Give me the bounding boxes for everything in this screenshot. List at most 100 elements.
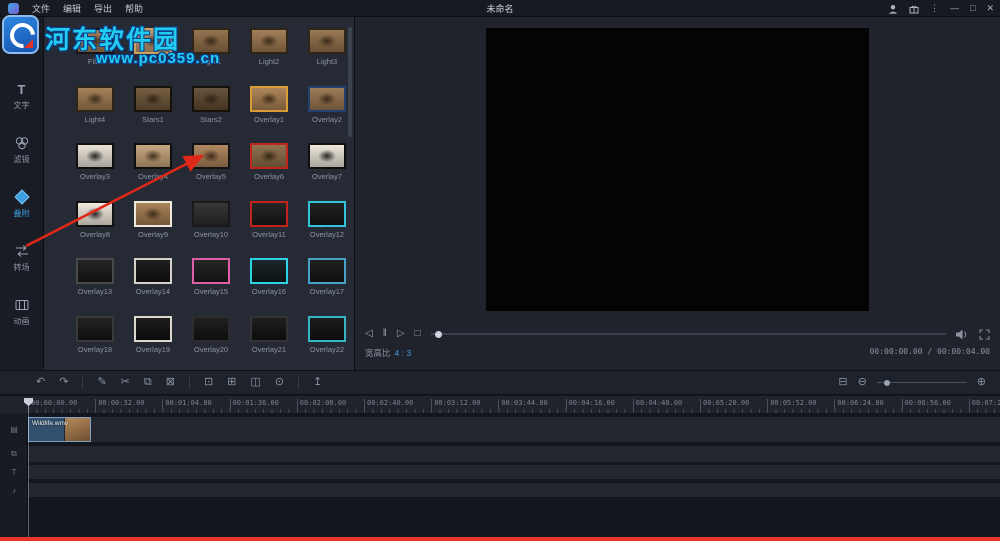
zoom-out-icon[interactable]: ⊖ <box>858 377 867 388</box>
overlay-item[interactable]: Light3 <box>298 28 355 86</box>
library-scrollbar[interactable] <box>348 27 352 137</box>
overlay-thumbnail[interactable] <box>308 201 346 227</box>
overlay-thumbnail[interactable] <box>308 316 346 342</box>
overlay-item[interactable]: Light4 <box>66 86 124 144</box>
user-icon[interactable] <box>888 4 898 14</box>
menu-help[interactable]: 帮助 <box>125 2 143 15</box>
overlay-thumbnail[interactable] <box>192 201 230 227</box>
delete-icon[interactable]: ⊠ <box>166 377 175 388</box>
attach-timeline-icon[interactable]: ⊟ <box>838 377 847 388</box>
prev-frame-icon[interactable]: ◁ <box>365 329 373 339</box>
overlay-thumbnail[interactable] <box>308 28 346 54</box>
export-icon[interactable]: ↥ <box>313 377 322 388</box>
overlay-thumbnail[interactable] <box>134 86 172 112</box>
overlay-thumbnail[interactable] <box>250 143 288 169</box>
seek-bar[interactable] <box>431 333 946 335</box>
overlay-item[interactable]: Overlay17 <box>298 258 355 316</box>
overlay-thumbnail[interactable] <box>76 258 114 284</box>
overlay-item[interactable]: Overlay16 <box>240 258 298 316</box>
fullscreen-icon[interactable] <box>979 329 990 340</box>
overlay-track-header[interactable]: ⧉ <box>0 446 28 462</box>
split-icon[interactable]: ✂ <box>121 377 130 388</box>
overlay-thumbnail[interactable] <box>192 258 230 284</box>
gift-icon[interactable] <box>909 4 919 14</box>
text-track-row[interactable] <box>28 465 1000 479</box>
overlay-thumbnail[interactable] <box>134 258 172 284</box>
overlay-item[interactable]: Overlay11 <box>240 201 298 259</box>
overlay-item[interactable]: Overlay7 <box>298 143 355 201</box>
overlay-item[interactable]: Overlay18 <box>66 316 124 371</box>
overlay-item[interactable]: Stars2 <box>182 86 240 144</box>
overlay-item[interactable]: Overlay15 <box>182 258 240 316</box>
video-track-row[interactable]: Wildlife.wmv <box>28 417 1000 442</box>
overlay-thumbnail[interactable] <box>308 143 346 169</box>
sidebar-item-filter[interactable]: 滤镜 <box>0 135 44 165</box>
overlay-thumbnail[interactable] <box>134 201 172 227</box>
overlay-item[interactable]: Overlay2 <box>298 86 355 144</box>
overlay-item[interactable]: Overlay20 <box>182 316 240 371</box>
sidebar-item-text[interactable]: T 文字 <box>0 81 44 111</box>
overlay-thumbnail[interactable] <box>250 28 288 54</box>
crop-icon[interactable]: ⊡ <box>204 377 213 388</box>
menu-file[interactable]: 文件 <box>32 2 50 15</box>
overlay-thumbnail[interactable] <box>76 316 114 342</box>
overlay-thumbnail[interactable] <box>250 86 288 112</box>
overlay-item[interactable]: Overlay14 <box>124 258 182 316</box>
minimize-button[interactable]: — <box>950 4 959 13</box>
maximize-button[interactable]: □ <box>970 4 975 13</box>
timeline-ruler[interactable]: 00:00:00.0000:00:32.0000:01:04.0000:01:3… <box>0 396 1000 413</box>
menu-export[interactable]: 导出 <box>94 2 112 15</box>
playhead[interactable] <box>28 398 29 537</box>
overlay-thumbnail[interactable] <box>134 143 172 169</box>
overlay-item[interactable]: Overlay1 <box>240 86 298 144</box>
pause-icon[interactable]: ‖ <box>383 329 387 339</box>
text-track-header[interactable]: T <box>0 465 28 479</box>
overlay-item[interactable]: Overlay13 <box>66 258 124 316</box>
overlay-thumbnail[interactable] <box>76 143 114 169</box>
overlay-item[interactable]: Overlay8 <box>66 201 124 259</box>
overlay-item[interactable]: Overlay21 <box>240 316 298 371</box>
zoom-in-icon[interactable]: ⊕ <box>977 377 986 388</box>
overlay-item[interactable]: Overlay22 <box>298 316 355 371</box>
overlay-thumbnail[interactable] <box>192 143 230 169</box>
timeline-zoom-slider[interactable] <box>877 382 967 383</box>
mosaic-icon[interactable]: ⊞ <box>227 377 236 388</box>
overlay-track-row[interactable] <box>28 446 1000 462</box>
close-button[interactable]: ✕ <box>986 4 994 13</box>
overlay-item[interactable]: Overlay4 <box>124 143 182 201</box>
edit-icon[interactable]: ✎ <box>97 377 106 388</box>
audio-track-row[interactable] <box>28 483 1000 497</box>
volume-icon[interactable] <box>956 329 969 340</box>
stop-icon[interactable]: □ <box>415 329 421 339</box>
sidebar-item-overlay[interactable]: 叠附 <box>0 189 44 219</box>
duration-icon[interactable]: ⊙ <box>275 377 284 388</box>
overlay-item[interactable]: Overlay5 <box>182 143 240 201</box>
copy-icon[interactable]: ⧉ <box>144 377 152 388</box>
freeze-frame-icon[interactable]: ◫ <box>250 377 260 388</box>
overlay-item[interactable]: Overlay10 <box>182 201 240 259</box>
play-icon[interactable]: ▷ <box>397 329 405 339</box>
overlay-thumbnail[interactable] <box>250 316 288 342</box>
video-track-header[interactable]: ▤ <box>0 417 28 442</box>
sidebar-item-animation[interactable]: 动画 <box>0 297 44 327</box>
overlay-item[interactable]: Overlay6 <box>240 143 298 201</box>
zoom-slider-handle[interactable] <box>884 380 890 386</box>
overlay-thumbnail[interactable] <box>250 258 288 284</box>
overlay-thumbnail[interactable] <box>192 316 230 342</box>
overlay-thumbnail[interactable] <box>308 86 346 112</box>
sidebar-item-transition[interactable]: 转场 <box>0 243 44 273</box>
overlay-item[interactable]: Overlay12 <box>298 201 355 259</box>
audio-track-header[interactable]: ♪ <box>0 483 28 497</box>
more-menu-icon[interactable]: ⋮ <box>930 4 939 13</box>
overlay-thumbnail[interactable] <box>76 86 114 112</box>
overlay-thumbnail[interactable] <box>308 258 346 284</box>
undo-icon[interactable]: ↶ <box>36 377 45 388</box>
menu-edit[interactable]: 编辑 <box>63 2 81 15</box>
video-viewport[interactable] <box>486 28 869 311</box>
aspect-ratio[interactable]: 宽高比4 : 3 <box>365 347 411 359</box>
overlay-item[interactable]: Overlay9 <box>124 201 182 259</box>
overlay-thumbnail[interactable] <box>134 316 172 342</box>
overlay-item[interactable]: Light2 <box>240 28 298 86</box>
overlay-item[interactable]: Overlay3 <box>66 143 124 201</box>
overlay-thumbnail[interactable] <box>192 86 230 112</box>
